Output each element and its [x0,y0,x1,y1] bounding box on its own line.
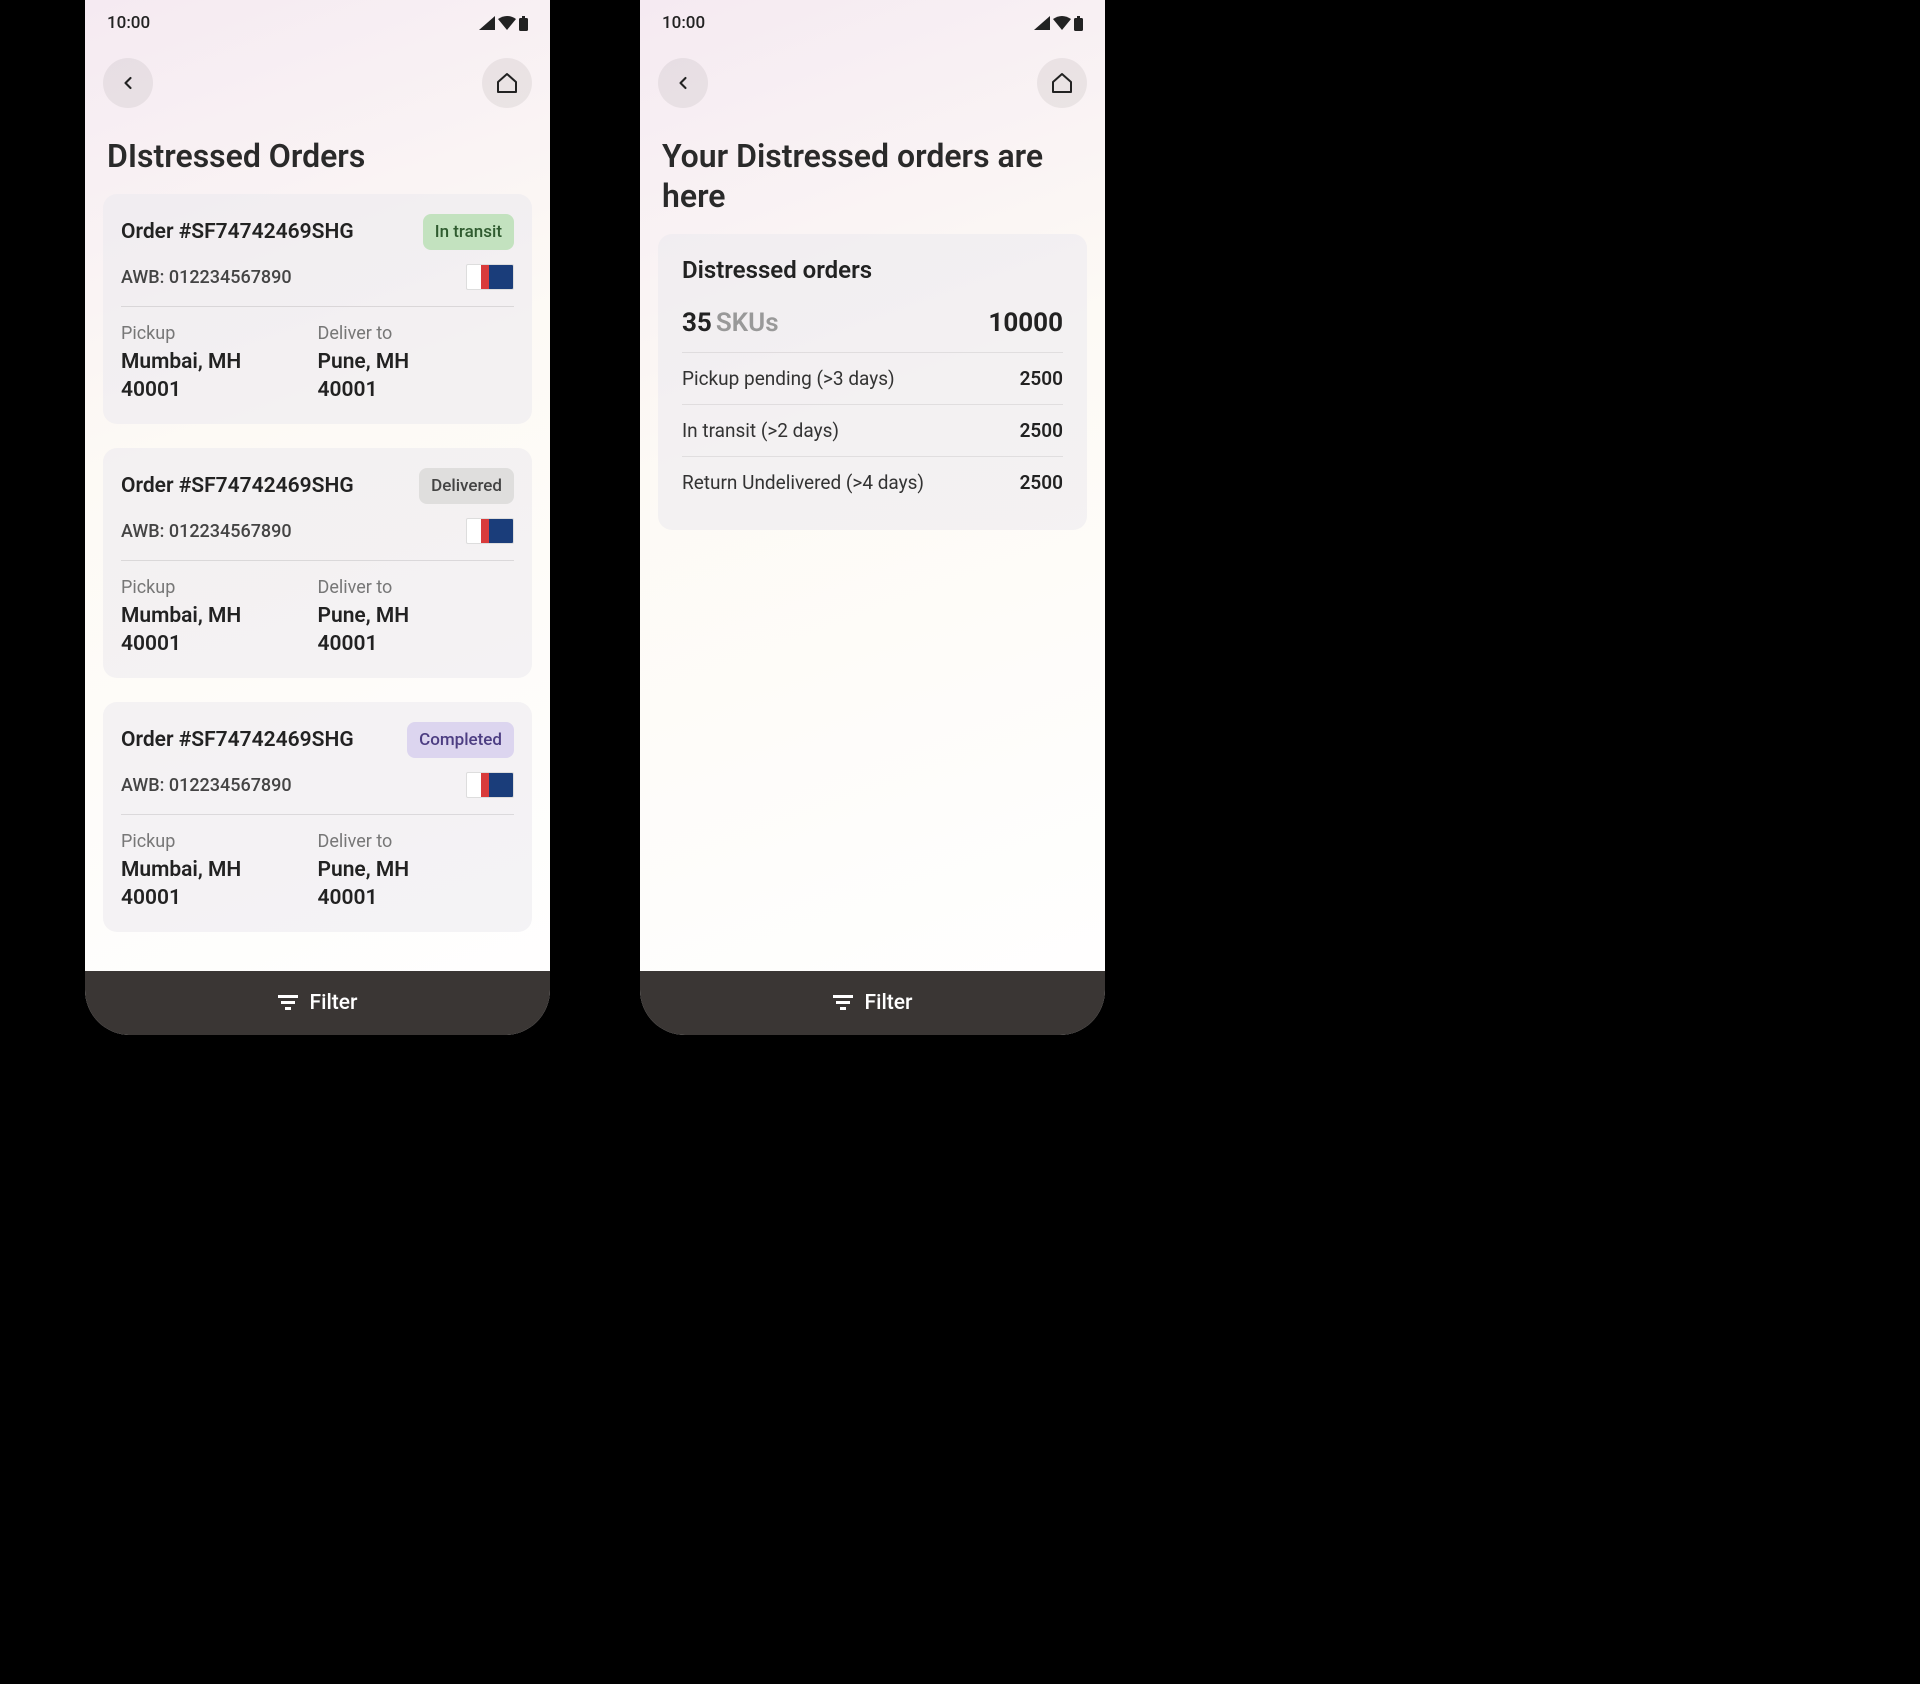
deliver-label: Deliver to [318,831,515,852]
filter-icon [833,995,853,1011]
summary-item-label: Pickup pending (>3 days) [682,367,895,390]
page-title: Your Distressed orders are here [640,118,1105,234]
summary-row[interactable]: Return Undelivered (>4 days) 2500 [682,457,1063,508]
home-button[interactable] [482,58,532,108]
summary-item-label: In transit (>2 days) [682,419,839,442]
deliver-pin: 40001 [318,886,515,910]
pickup-city: Mumbai, MH [121,858,318,882]
summary-item-value: 2500 [1020,471,1063,494]
home-icon [495,71,519,95]
status-badge: In transit [423,214,514,250]
deliver-label: Deliver to [318,323,515,344]
deliver-city: Pune, MH [318,604,515,628]
status-icons [479,16,528,31]
page-title: DIstressed Orders [85,118,550,194]
back-button[interactable] [658,58,708,108]
filter-icon [278,995,298,1011]
summary-sku-row: 35 SKUs 10000 [682,294,1063,353]
summary-row[interactable]: In transit (>2 days) 2500 [682,405,1063,457]
deliver-city: Pune, MH [318,350,515,374]
awb-number: AWB: 012234567890 [121,521,292,542]
courier-logo [466,772,514,798]
status-icons [1034,16,1083,31]
summary-item-value: 2500 [1020,419,1063,442]
order-card[interactable]: Order #SF74742469SHG Delivered AWB: 0122… [103,448,532,678]
order-id: Order #SF74742469SHG [121,220,354,244]
summary-total: 10000 [988,308,1063,338]
cellular-icon [479,16,495,30]
filter-label: Filter [310,991,358,1015]
summary-item-label: Return Undelivered (>4 days) [682,471,924,494]
nav-bar [640,38,1105,118]
sku-count: 35 [682,308,712,338]
battery-icon [1074,16,1083,31]
status-time: 10:00 [107,13,150,33]
deliver-city: Pune, MH [318,858,515,882]
nav-bar [85,38,550,118]
summary-row[interactable]: Pickup pending (>3 days) 2500 [682,353,1063,405]
phone-screen-2: 10:00 Your Distressed orders are here Di… [640,0,1105,1035]
pickup-city: Mumbai, MH [121,604,318,628]
cellular-icon [1034,16,1050,30]
pickup-pin: 40001 [121,632,318,656]
awb-number: AWB: 012234567890 [121,775,292,796]
chevron-left-icon [673,73,693,93]
filter-button[interactable]: Filter [85,971,550,1035]
summary-content: Distressed orders 35 SKUs 10000 Pickup p… [640,234,1105,1035]
order-id: Order #SF74742469SHG [121,728,354,752]
sku-label: SKUs [716,308,779,338]
pickup-label: Pickup [121,323,318,344]
battery-icon [519,16,528,31]
home-icon [1050,71,1074,95]
filter-label: Filter [865,991,913,1015]
deliver-pin: 40001 [318,378,515,402]
chevron-left-icon [118,73,138,93]
summary-card[interactable]: Distressed orders 35 SKUs 10000 Pickup p… [658,234,1087,530]
order-card[interactable]: Order #SF74742469SHG Completed AWB: 0122… [103,702,532,932]
order-card[interactable]: Order #SF74742469SHG In transit AWB: 012… [103,194,532,424]
status-badge: Completed [407,722,514,758]
wifi-icon [1053,16,1071,30]
courier-logo [466,264,514,290]
summary-heading: Distressed orders [682,256,1063,284]
pickup-city: Mumbai, MH [121,350,318,374]
filter-button[interactable]: Filter [640,971,1105,1035]
pickup-pin: 40001 [121,886,318,910]
orders-list[interactable]: Order #SF74742469SHG In transit AWB: 012… [85,194,550,1035]
back-button[interactable] [103,58,153,108]
status-bar: 10:00 [640,0,1105,38]
status-badge: Delivered [419,468,514,504]
deliver-pin: 40001 [318,632,515,656]
pickup-label: Pickup [121,577,318,598]
deliver-label: Deliver to [318,577,515,598]
pickup-label: Pickup [121,831,318,852]
pickup-pin: 40001 [121,378,318,402]
awb-number: AWB: 012234567890 [121,267,292,288]
wifi-icon [498,16,516,30]
courier-logo [466,518,514,544]
home-button[interactable] [1037,58,1087,108]
status-bar: 10:00 [85,0,550,38]
status-time: 10:00 [662,13,705,33]
phone-screen-1: 10:00 DIstressed Orders Order #SF7474246… [85,0,550,1035]
summary-item-value: 2500 [1020,367,1063,390]
order-id: Order #SF74742469SHG [121,474,354,498]
